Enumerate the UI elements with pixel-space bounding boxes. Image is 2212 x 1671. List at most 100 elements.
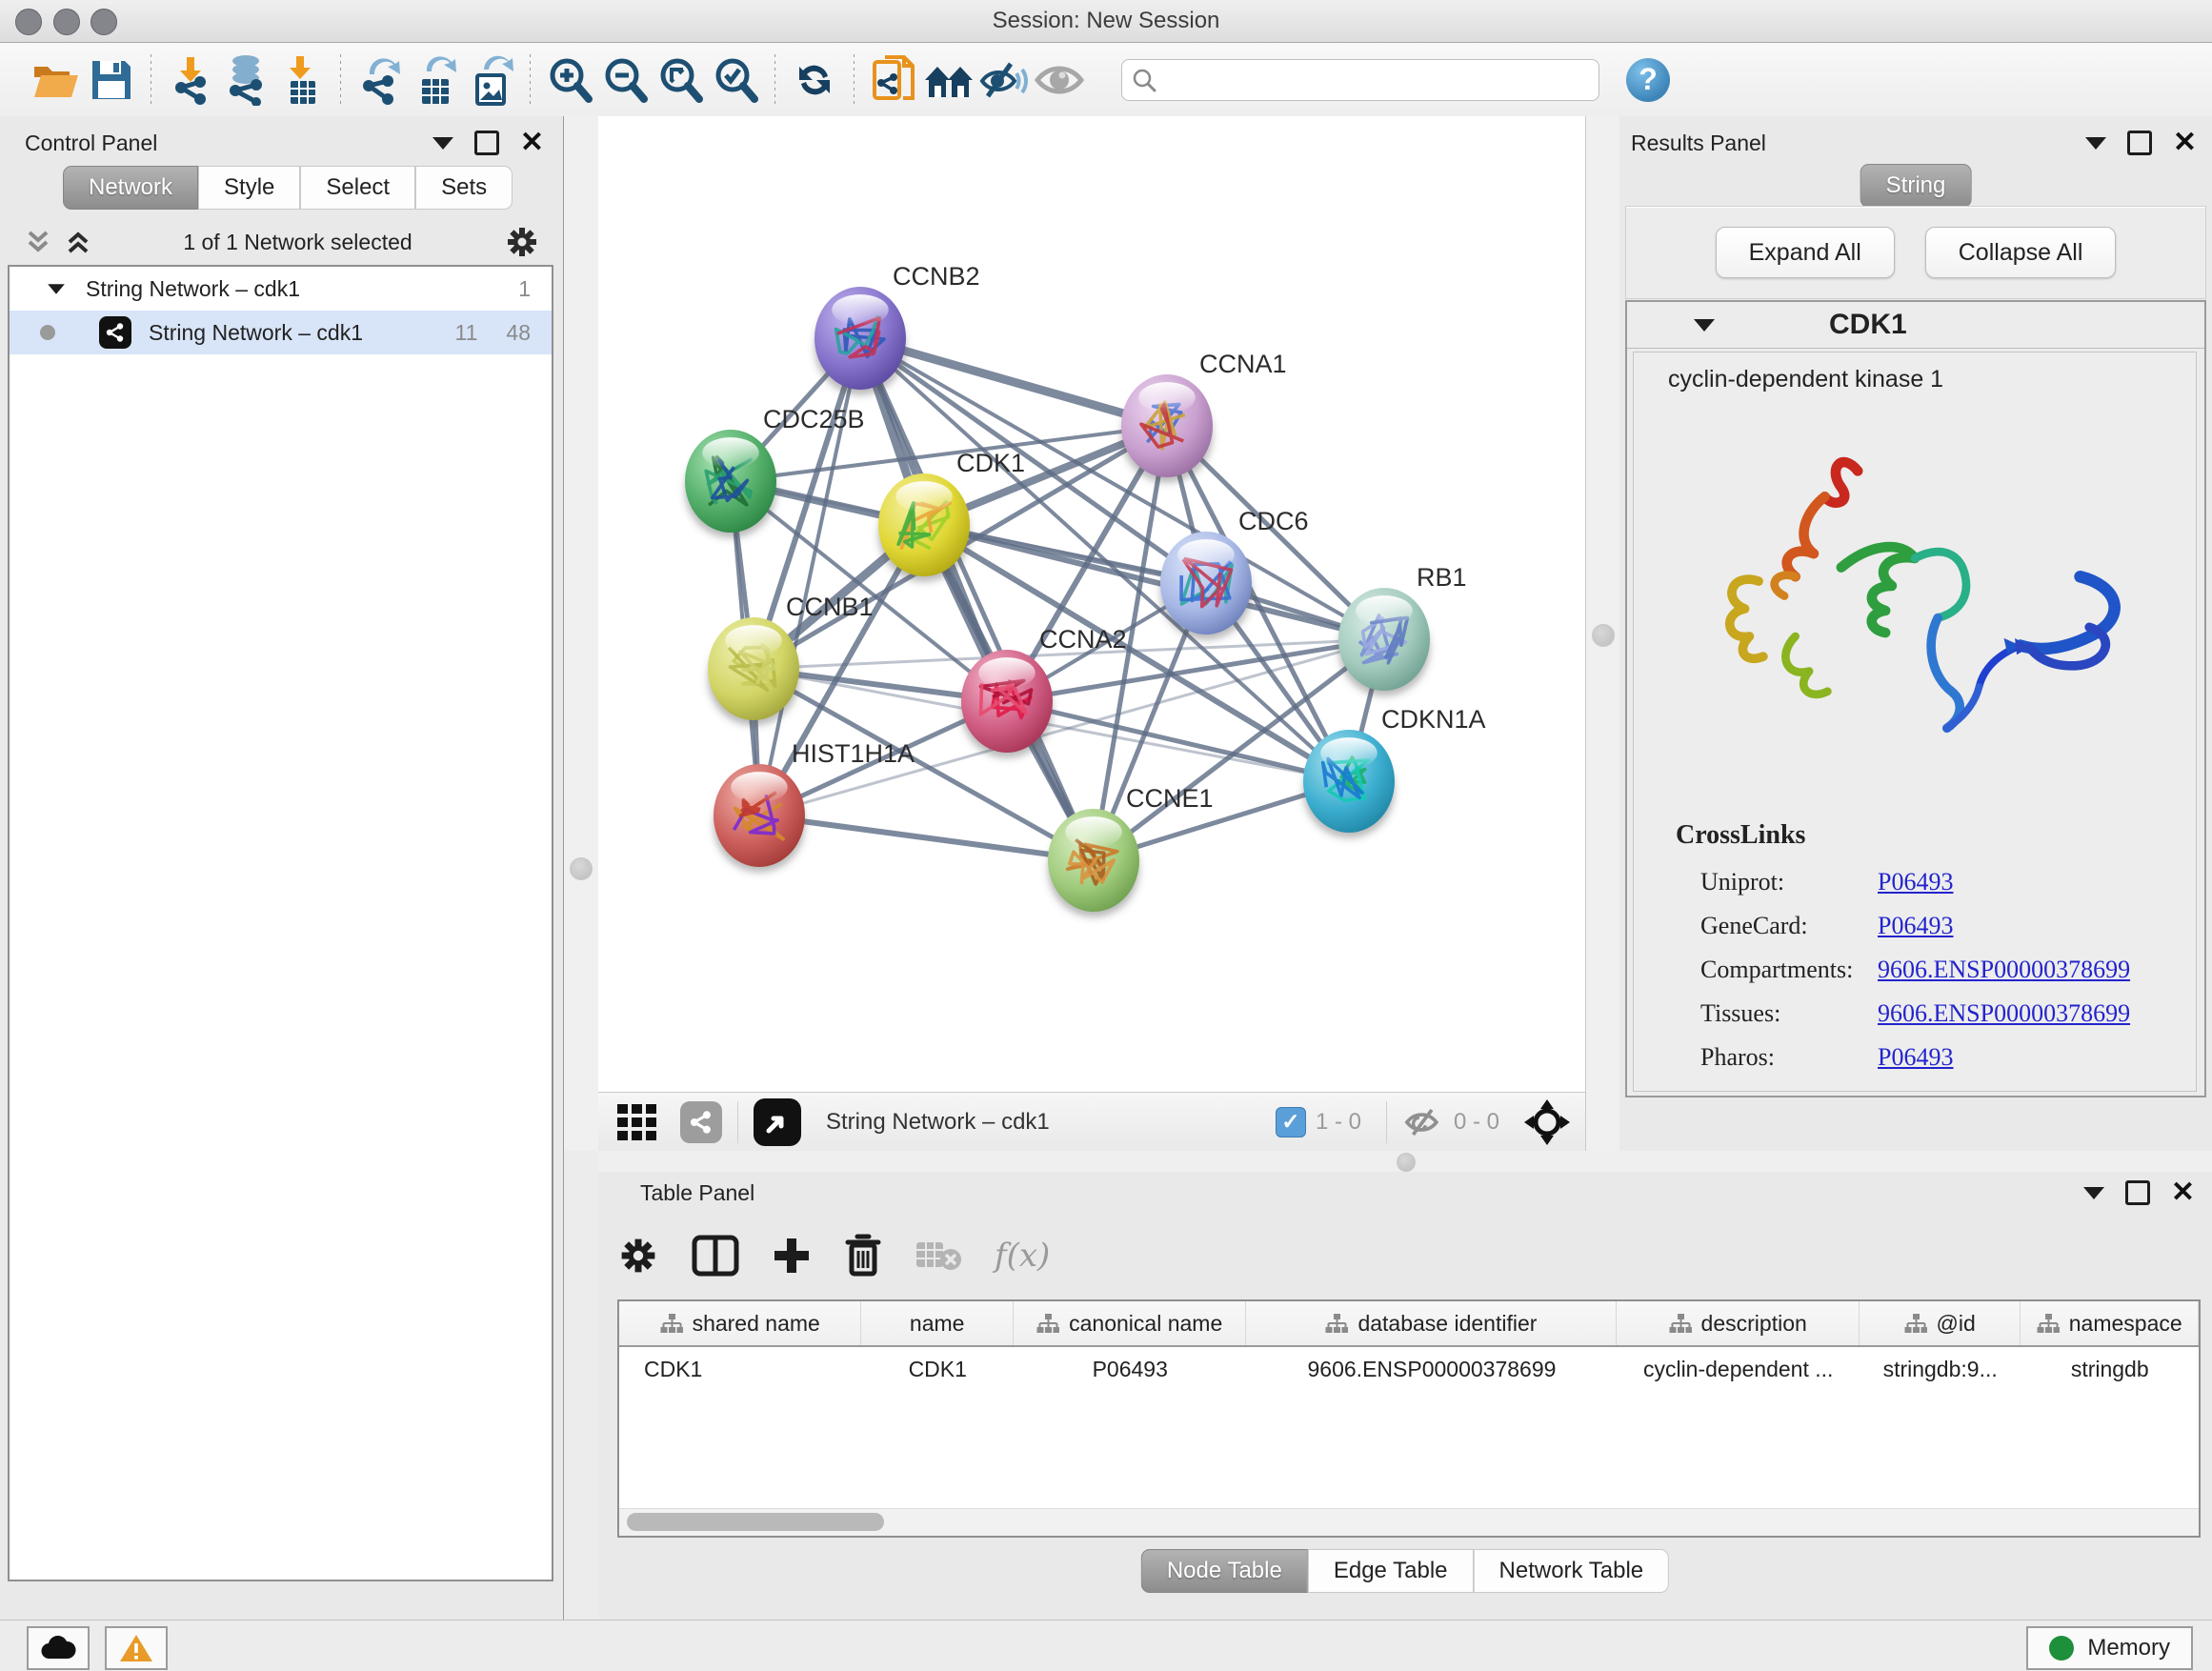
expand-all-networks-icon[interactable] <box>65 229 91 255</box>
table-cell[interactable]: stringdb:9... <box>1860 1357 2021 1382</box>
network-selection-status: 1 of 1 Network selected <box>91 230 504 255</box>
delete-table-icon[interactable] <box>915 1238 962 1273</box>
search-field[interactable] <box>1121 59 1599 101</box>
table-options-gear-icon[interactable] <box>617 1235 659 1277</box>
selected-items-checkbox[interactable]: ✓ <box>1276 1107 1306 1137</box>
tab-edge-table[interactable]: Edge Table <box>1308 1549 1474 1593</box>
table-cell[interactable]: P06493 <box>1014 1357 1246 1382</box>
node-label-hist1h1a: HIST1H1A <box>792 739 915 768</box>
column-type-icon <box>1669 1313 1692 1334</box>
create-column-plus-icon[interactable] <box>772 1236 812 1276</box>
expand-all-button[interactable]: Expand All <box>1716 227 1895 278</box>
table-cell[interactable]: CDK1 <box>861 1357 1014 1382</box>
node-table[interactable]: shared namenamecanonical namedatabase id… <box>617 1299 2201 1538</box>
network-view[interactable]: CCNB2CCNA1CDC25BCDK1CDC6RB1CCNB1CCNA2CDK… <box>598 116 1585 1092</box>
show-panels-button[interactable] <box>1032 52 1087 108</box>
left-splitter[interactable] <box>564 116 599 1151</box>
center-view-icon[interactable] <box>1522 1097 1572 1147</box>
collection-expand-icon[interactable] <box>48 284 65 293</box>
network-edge[interactable] <box>860 338 1094 860</box>
left-splitter-handle[interactable] <box>570 857 593 880</box>
crosslink-link[interactable]: 9606.ENSP00000378699 <box>1878 999 2130 1028</box>
import-network-button[interactable] <box>163 52 218 108</box>
results-panel-float-icon[interactable] <box>2127 131 2152 155</box>
import-table-button[interactable] <box>273 52 329 108</box>
gene-section-header[interactable]: CDK1 <box>1627 302 2204 349</box>
table-cell[interactable]: CDK1 <box>619 1357 861 1382</box>
zoom-out-button[interactable] <box>597 52 653 108</box>
gene-collapse-icon[interactable] <box>1694 319 1715 332</box>
tab-network[interactable]: Network <box>63 166 198 210</box>
zoom-selected-button[interactable] <box>708 52 763 108</box>
table-horizontal-scrollbar[interactable] <box>619 1508 2199 1536</box>
column-header-description[interactable]: description <box>1617 1301 1859 1345</box>
crosslinks-heading: CrossLinks <box>1676 820 2196 851</box>
network-graph[interactable]: CCNB2CCNA1CDC25BCDK1CDC6RB1CCNB1CCNA2CDK… <box>598 116 1585 1092</box>
export-image-button[interactable] <box>463 52 518 108</box>
birdseye-view-button[interactable] <box>754 1098 801 1146</box>
memory-button[interactable]: Memory <box>2026 1626 2193 1670</box>
hide-panels-button[interactable] <box>976 52 1032 108</box>
table-panel-close-icon[interactable]: ✕ <box>2171 1183 2195 1202</box>
right-splitter-handle[interactable] <box>1592 624 1615 647</box>
help-button[interactable]: ? <box>1626 58 1670 102</box>
column-header-name[interactable]: name <box>861 1301 1014 1345</box>
tab-network-table[interactable]: Network Table <box>1474 1549 1670 1593</box>
export-network-button[interactable] <box>352 52 408 108</box>
warnings-button[interactable] <box>105 1626 168 1670</box>
control-panel-close-icon[interactable]: ✕ <box>520 133 544 152</box>
network-collection-row[interactable]: String Network – cdk1 1 <box>10 267 552 311</box>
scrollbar-thumb[interactable] <box>627 1513 884 1531</box>
right-splitter[interactable] <box>1585 116 1620 1151</box>
results-panel-close-icon[interactable]: ✕ <box>2173 133 2197 152</box>
horizontal-splitter-handle[interactable] <box>1397 1153 1416 1172</box>
column-header-database-identifier[interactable]: database identifier <box>1246 1301 1617 1345</box>
table-cell[interactable]: cyclin-dependent ... <box>1618 1357 1860 1382</box>
export-table-button[interactable] <box>408 52 463 108</box>
tab-node-table[interactable]: Node Table <box>1141 1549 1308 1593</box>
delete-column-trash-icon[interactable] <box>844 1234 882 1278</box>
crosslink-link[interactable]: P06493 <box>1878 1043 1953 1072</box>
zoom-fit-button[interactable] <box>653 52 708 108</box>
control-panel-menu-icon[interactable] <box>432 137 453 150</box>
results-panel-menu-icon[interactable] <box>2085 137 2106 150</box>
network-edge[interactable] <box>759 815 1094 860</box>
cloud-status-button[interactable] <box>27 1626 90 1670</box>
column-header-namespace[interactable]: namespace <box>2021 1301 2199 1345</box>
network-row-selected[interactable]: String Network – cdk1 11 48 <box>10 311 552 354</box>
zoom-in-button[interactable] <box>542 52 597 108</box>
control-panel-float-icon[interactable] <box>474 131 499 155</box>
column-header-canonical-name[interactable]: canonical name <box>1014 1301 1246 1345</box>
open-session-button[interactable] <box>29 52 84 108</box>
table-cell[interactable]: stringdb <box>2021 1357 2199 1382</box>
clone-network-button[interactable] <box>866 52 921 108</box>
column-header-shared-name[interactable]: shared name <box>619 1301 861 1345</box>
table-panel-menu-icon[interactable] <box>2083 1187 2104 1199</box>
tab-select[interactable]: Select <box>300 166 415 210</box>
import-network-from-database-button[interactable] <box>218 52 273 108</box>
hidden-items-icon[interactable] <box>1402 1105 1444 1139</box>
collapse-all-button[interactable]: Collapse All <box>1925 227 2117 278</box>
tab-string[interactable]: String <box>1860 164 1972 208</box>
string-badge-icon[interactable] <box>680 1101 722 1143</box>
column-header--id[interactable]: @id <box>1860 1301 2021 1345</box>
table-row[interactable]: CDK1CDK1P064939606.ENSP00000378699cyclin… <box>619 1347 2199 1391</box>
crosslink-link[interactable]: P06493 <box>1878 868 1953 896</box>
network-edge[interactable] <box>924 525 1384 639</box>
home-button[interactable] <box>921 52 976 108</box>
tab-sets[interactable]: Sets <box>415 166 513 210</box>
apply-layout-button[interactable] <box>787 52 842 108</box>
horizontal-splitter[interactable] <box>598 1151 2212 1172</box>
tab-style[interactable]: Style <box>198 166 300 210</box>
collapse-all-networks-icon[interactable] <box>25 229 51 255</box>
crosslink-link[interactable]: 9606.ENSP00000378699 <box>1878 956 2130 984</box>
grid-view-icon[interactable] <box>615 1102 659 1142</box>
table-cell[interactable]: 9606.ENSP00000378699 <box>1246 1357 1617 1382</box>
function-builder-icon[interactable]: f(x) <box>995 1237 1050 1275</box>
show-columns-icon[interactable] <box>692 1235 739 1277</box>
table-panel-float-icon[interactable] <box>2125 1180 2150 1205</box>
network-options-gear-icon[interactable] <box>504 224 540 260</box>
search-input[interactable] <box>1164 67 1589 93</box>
crosslink-link[interactable]: P06493 <box>1878 912 1953 940</box>
save-session-button[interactable] <box>84 52 139 108</box>
